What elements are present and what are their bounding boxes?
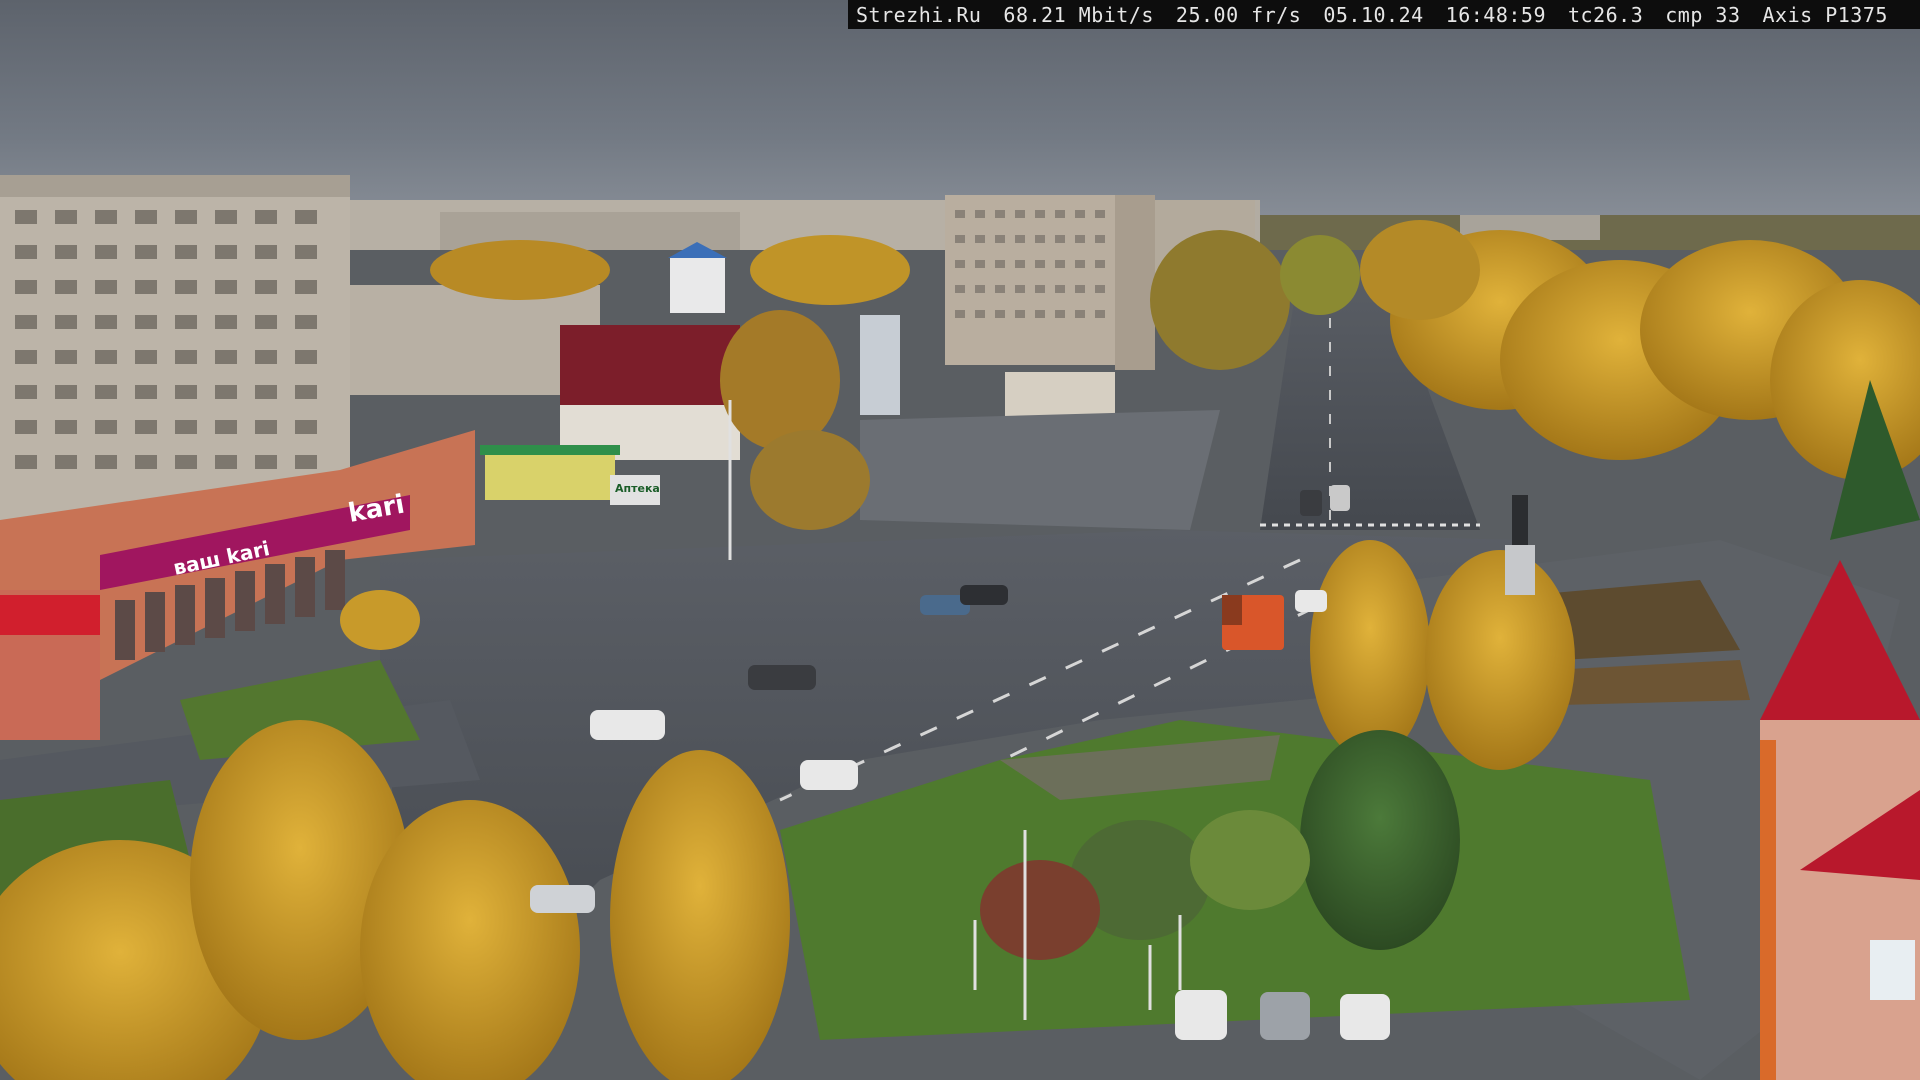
camera-status-overlay: Strezhi.Ru 68.21 Mbit/s 25.00 fr/s 05.10… (848, 0, 1920, 29)
overlay-tc: tc26.3 (1568, 2, 1644, 27)
overlay-site: Strezhi.Ru (856, 2, 982, 27)
left-apartment-block (0, 175, 350, 520)
webcam-frame-image: kari ваш kari Аптека (0, 0, 1920, 1080)
pharmacy-sign: Аптека (615, 482, 660, 495)
overlay-date: 05.10.24 (1323, 2, 1424, 27)
overlay-cmp: cmp 33 (1665, 2, 1741, 27)
overlay-framerate: 25.00 fr/s (1175, 2, 1302, 27)
overlay-time: 16:48:59 (1445, 2, 1546, 27)
overlay-camera-model: Axis P1375 (1762, 2, 1888, 27)
central-plaza (860, 410, 1220, 530)
webcam-viewer: kari ваш kari Аптека Strezhi.Ru 68.21 Mb… (0, 0, 1920, 1080)
overlay-bitrate: 68.21 Mbit/s (1003, 2, 1154, 27)
